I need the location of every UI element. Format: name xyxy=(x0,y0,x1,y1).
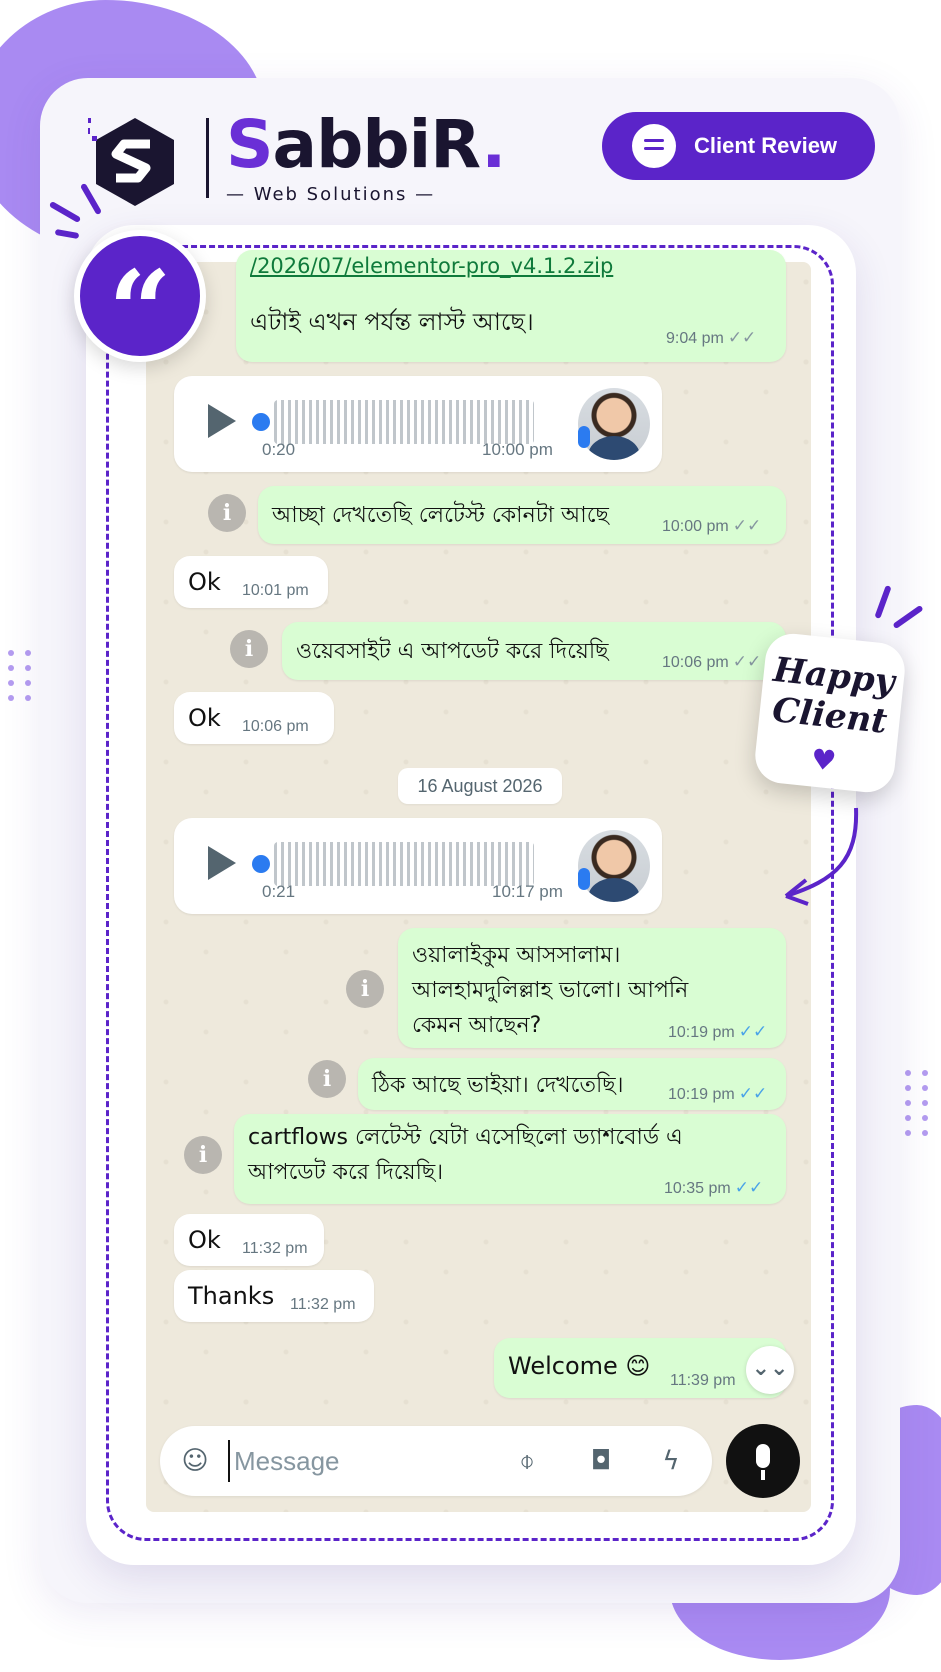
brand-name-rest: abbiR xyxy=(272,106,483,183)
brand-name-dot: . xyxy=(481,106,506,183)
brand-logo: SabbiR. — Web Solutions — xyxy=(88,106,506,208)
brand-tagline: — Web Solutions — xyxy=(226,184,436,205)
brand-name-first: S xyxy=(226,106,274,183)
logo-divider xyxy=(206,118,209,198)
review-card-stage: SabbiR. — Web Solutions — Client Review … xyxy=(0,0,941,1672)
chat-bubble-icon xyxy=(632,124,676,168)
quote-icon: “ xyxy=(74,230,206,375)
happy-client-sticker: Happy Client ♥ xyxy=(752,631,908,795)
dashed-frame xyxy=(106,245,834,1541)
decor-dots-right xyxy=(905,1070,930,1136)
client-review-button[interactable]: Client Review xyxy=(602,112,875,180)
heart-icon: ♥ xyxy=(809,742,838,778)
logo-mark-icon xyxy=(88,118,174,206)
brand-name: SabbiR. xyxy=(226,106,506,183)
client-review-label: Client Review xyxy=(694,133,838,158)
sticker-text: Happy Client xyxy=(770,649,897,742)
arrow-icon xyxy=(784,807,859,906)
